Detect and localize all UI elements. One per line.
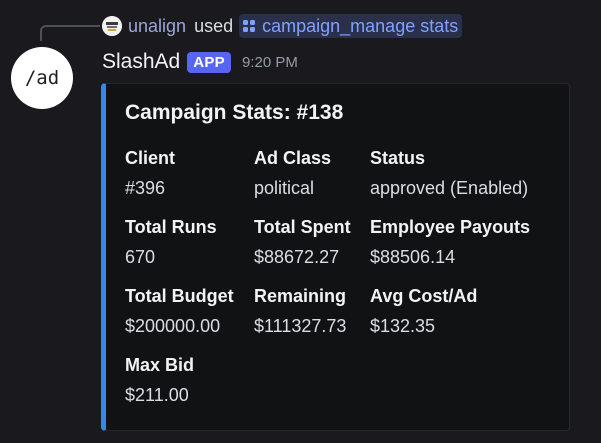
embed-field-total-runs: Total Runs 670 — [125, 215, 217, 269]
reply-used-text: used — [194, 15, 234, 36]
embed-title: Campaign Stats: #138 — [125, 101, 344, 124]
app-badge: APP — [187, 51, 231, 73]
stats-embed: Campaign Stats: #138 Client #396 Ad Clas… — [101, 83, 570, 431]
field-name: Total Budget — [125, 286, 234, 306]
embed-field-total-budget: Total Budget $200000.00 — [125, 284, 234, 338]
message-timestamp[interactable]: 9:20 PM — [242, 54, 298, 71]
field-name: Total Spent — [254, 217, 351, 237]
command-reply-header: unalign used campaign_manage stats — [102, 14, 463, 38]
chat-message: unalign used campaign_manage stats /ad S… — [0, 0, 601, 443]
field-value: 670 — [125, 247, 156, 267]
embed-field-employee-payouts: Employee Payouts $88506.14 — [370, 215, 530, 269]
embed-field-max-bid: Max Bid $211.00 — [125, 353, 194, 407]
field-value: $88672.27 — [254, 247, 340, 267]
field-name: Max Bid — [125, 355, 195, 375]
embed-field-remaining: Remaining $111327.73 — [254, 284, 346, 338]
embed-field-total-spent: Total Spent $88672.27 — [254, 215, 351, 269]
embed-field-client: Client #396 — [125, 146, 175, 200]
field-value: approved (Enabled) — [370, 178, 529, 198]
field-value: #396 — [125, 178, 166, 198]
slash-command-chip[interactable]: campaign_manage stats — [239, 14, 463, 38]
field-value: $88506.14 — [370, 247, 456, 267]
field-value: $200000.00 — [125, 316, 221, 336]
reply-username[interactable]: unalign — [128, 16, 186, 37]
reply-connector — [40, 25, 100, 41]
field-name: Total Runs — [125, 217, 217, 237]
field-name: Employee Payouts — [370, 217, 531, 237]
embed-field-status: Status approved (Enabled) — [370, 146, 528, 200]
field-name: Status — [370, 148, 426, 168]
message-header: SlashAd APP 9:20 PM — [102, 48, 298, 76]
field-value: $211.00 — [125, 385, 189, 405]
field-value: political — [254, 178, 315, 198]
field-name: Avg Cost/Ad — [370, 286, 478, 306]
field-name: Client — [125, 148, 176, 168]
embed-field-avg-cost: Avg Cost/Ad $132.35 — [370, 284, 477, 338]
field-name: Remaining — [254, 286, 347, 306]
slash-command-icon — [243, 20, 256, 32]
field-value: $132.35 — [370, 316, 436, 336]
bot-username[interactable]: SlashAd — [102, 50, 180, 74]
bot-avatar-text: /ad — [24, 67, 60, 89]
field-name: Ad Class — [254, 148, 332, 168]
field-value: $111327.73 — [254, 316, 347, 336]
reply-user-avatar-icon[interactable] — [102, 16, 122, 36]
slash-command-name: campaign_manage stats — [262, 15, 459, 36]
embed-field-ad-class: Ad Class political — [254, 146, 331, 200]
bot-avatar[interactable]: /ad — [11, 47, 73, 109]
